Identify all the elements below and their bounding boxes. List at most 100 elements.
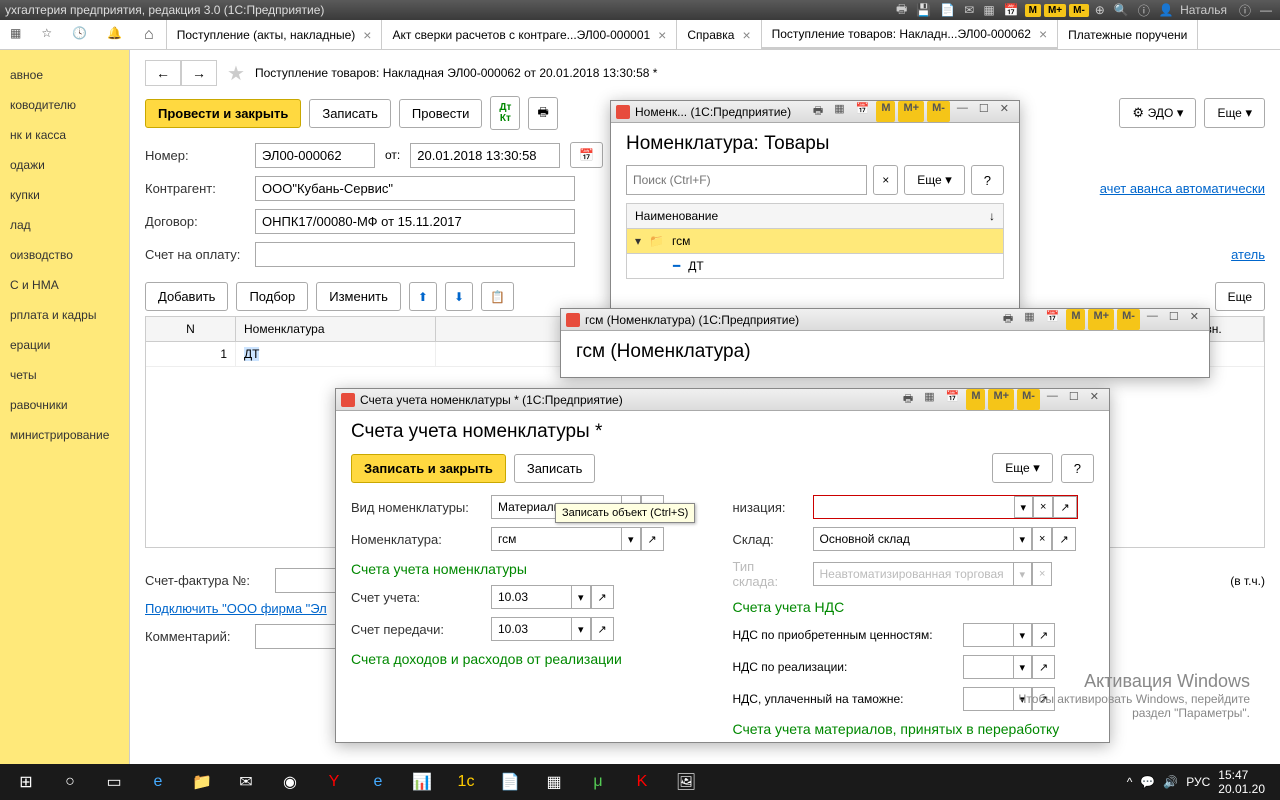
dropdown-icon[interactable]: ▾: [1013, 687, 1033, 711]
mail-icon[interactable]: ✉: [225, 766, 267, 798]
bell-icon[interactable]: 🔔: [97, 20, 132, 49]
invoice-input[interactable]: [255, 242, 575, 267]
m-icon[interactable]: M: [1066, 309, 1085, 330]
print-icon[interactable]: 🖶: [808, 101, 828, 122]
acc-input[interactable]: [491, 585, 571, 609]
print-icon[interactable]: 🖶: [528, 97, 557, 130]
nav-back-button[interactable]: ←: [145, 60, 181, 86]
kaspersky-icon[interactable]: K: [621, 766, 663, 798]
close-icon[interactable]: ×: [658, 27, 666, 43]
zoom-in-icon[interactable]: ⊕: [1092, 3, 1108, 17]
dropdown-icon[interactable]: ▾: [571, 617, 591, 641]
calendar-icon[interactable]: 📅: [1041, 309, 1065, 330]
sender-link[interactable]: атель: [1231, 247, 1265, 262]
print-icon[interactable]: 🖶: [893, 0, 910, 21]
clear-icon[interactable]: ×: [1033, 496, 1053, 518]
edo-button[interactable]: ⚙ ЭДО ▾: [1119, 98, 1196, 128]
maximize-icon[interactable]: ☐: [1064, 389, 1084, 410]
tab-reconciliation[interactable]: Акт сверки расчетов с контраге...ЭЛ00-00…: [382, 20, 677, 49]
nds1-input[interactable]: [963, 623, 1013, 647]
sidebar-item[interactable]: оизводство: [0, 240, 129, 270]
sidebar-item[interactable]: ерации: [0, 330, 129, 360]
contractor-input[interactable]: [255, 176, 575, 201]
tab-help[interactable]: Справка×: [677, 20, 761, 49]
edit-button[interactable]: Изменить: [316, 282, 401, 311]
yandex-icon[interactable]: Y: [313, 766, 355, 798]
close-icon[interactable]: ×: [742, 27, 750, 43]
calendar-icon[interactable]: 📅: [570, 142, 603, 168]
save-button[interactable]: Записать: [309, 99, 391, 128]
1c-icon[interactable]: 1c: [445, 766, 487, 798]
open-icon[interactable]: ↗: [1052, 527, 1075, 551]
save-close-button[interactable]: Записать и закрыть: [351, 454, 506, 483]
tree-item-gsm[interactable]: ▾ 📁 гсм: [626, 229, 1004, 254]
dropdown-icon[interactable]: ▾: [1014, 496, 1034, 518]
calendar-icon[interactable]: 📅: [1001, 3, 1022, 17]
add-button[interactable]: Добавить: [145, 282, 228, 311]
nds3-input[interactable]: [963, 687, 1013, 711]
explorer-icon[interactable]: 📁: [181, 766, 223, 798]
mail-icon[interactable]: ✉: [961, 3, 977, 17]
close-icon[interactable]: ✕: [1185, 309, 1204, 330]
m-plus-icon[interactable]: M+: [1088, 309, 1114, 330]
dropdown-icon[interactable]: ▾: [621, 527, 641, 551]
app2-icon[interactable]: 📄: [489, 766, 531, 798]
help-icon[interactable]: ⓘ: [1236, 2, 1254, 19]
number-input[interactable]: [255, 143, 375, 168]
home-tab[interactable]: ⌂: [132, 20, 167, 49]
language-indicator[interactable]: РУС: [1186, 775, 1210, 789]
print-icon[interactable]: 🖶: [898, 389, 918, 410]
utorrent-icon[interactable]: μ: [577, 766, 619, 798]
warehouse-input[interactable]: [813, 527, 1013, 551]
doc-icon[interactable]: 📄: [937, 3, 958, 17]
m-plus-icon[interactable]: M+: [898, 101, 924, 122]
more-button[interactable]: Еще ▾: [1204, 98, 1265, 128]
chrome-icon[interactable]: ◉: [269, 766, 311, 798]
maximize-icon[interactable]: ☐: [1164, 309, 1184, 330]
clock[interactable]: 15:4720.01.20: [1218, 768, 1265, 796]
sidebar-item[interactable]: лад: [0, 210, 129, 240]
edge-icon[interactable]: e: [137, 766, 179, 798]
action-center-icon[interactable]: 💬: [1140, 775, 1155, 789]
post-button[interactable]: Провести: [399, 99, 483, 128]
zoom-icon[interactable]: 🔍: [1111, 3, 1132, 17]
open-icon[interactable]: ↗: [1032, 655, 1055, 679]
taskview-icon[interactable]: ▭: [93, 766, 135, 798]
favorite-star-icon[interactable]: ★: [227, 61, 245, 86]
dtKt-icon[interactable]: ДтКт: [490, 96, 520, 130]
minimize-icon[interactable]: —: [1257, 3, 1275, 17]
sidebar-item[interactable]: министрирование: [0, 420, 129, 450]
m-plus-icon[interactable]: M+: [1044, 4, 1066, 17]
tray-up-icon[interactable]: ^: [1127, 775, 1133, 789]
nav-forward-button[interactable]: →: [181, 60, 217, 86]
history-icon[interactable]: 🕓: [62, 20, 97, 49]
m-icon[interactable]: M: [876, 101, 895, 122]
calendar-icon[interactable]: 📅: [941, 389, 965, 410]
dropdown-icon[interactable]: ▾: [1013, 655, 1033, 679]
volume-icon[interactable]: 🔊: [1163, 775, 1178, 789]
ie-icon[interactable]: e: [357, 766, 399, 798]
sidebar-item[interactable]: нк и касса: [0, 120, 129, 150]
sidebar-item[interactable]: купки: [0, 180, 129, 210]
tree-item-dt[interactable]: ━ ДТ: [626, 254, 1004, 279]
m-minus-icon[interactable]: M-: [1069, 4, 1089, 17]
sidebar-item[interactable]: С и НМА: [0, 270, 129, 300]
start-button[interactable]: ⊞: [5, 766, 47, 798]
sidebar-item[interactable]: равочники: [0, 390, 129, 420]
move-down-icon[interactable]: ⬇: [445, 282, 473, 311]
open-icon[interactable]: ↗: [1032, 687, 1055, 711]
tab-payment-orders[interactable]: Платежные поручени: [1058, 20, 1198, 49]
dropdown-icon[interactable]: ▾: [1013, 623, 1033, 647]
close-icon[interactable]: ✕: [1085, 389, 1104, 410]
nds2-input[interactable]: [963, 655, 1013, 679]
minimize-icon[interactable]: —: [1042, 389, 1063, 410]
tab-goods-receipt[interactable]: Поступление товаров: Накладн...ЭЛ00-0000…: [762, 20, 1059, 49]
save-button[interactable]: Записать: [514, 454, 596, 483]
open-icon[interactable]: ↗: [591, 617, 614, 641]
date-input[interactable]: [410, 143, 560, 168]
sidebar-item[interactable]: рплата и кадры: [0, 300, 129, 330]
copy-icon[interactable]: 📋: [481, 282, 514, 311]
transfer-input[interactable]: [491, 617, 571, 641]
clear-icon[interactable]: ×: [1032, 527, 1052, 551]
grid-icon[interactable]: ▦: [829, 101, 849, 122]
